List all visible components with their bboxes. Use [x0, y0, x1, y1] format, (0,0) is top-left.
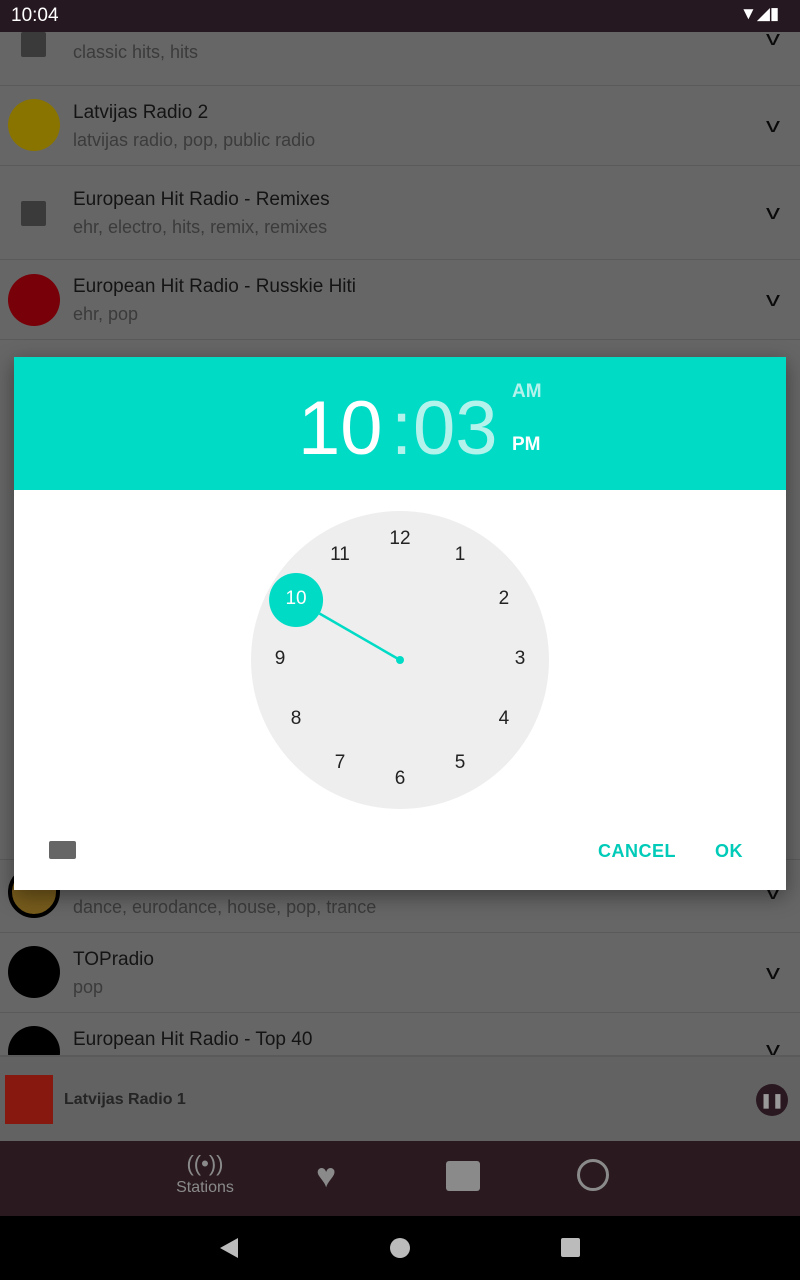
time-picker-dialog: 10 : 03 AM PM 12 1 2 3 4 5 6 7 8 9 10 11 CANCEL OK [14, 357, 786, 890]
bottom-nav: ((•)) Stations ♥ [0, 1141, 800, 1216]
time-separator: : [391, 386, 413, 471]
clock-number-3[interactable]: 3 [500, 648, 540, 672]
tab-alarm-clock-icon[interactable] [577, 1159, 609, 1191]
tab-stations-label: Stations [176, 1179, 234, 1196]
station-tags: pop [73, 977, 104, 997]
tab-video-camera-icon[interactable] [446, 1161, 480, 1191]
image-placeholder-icon [21, 201, 46, 226]
mini-player[interactable]: Latvijas Radio 1 ❚❚ [0, 1056, 800, 1141]
clock-face[interactable]: 12 1 2 3 4 5 6 7 8 9 10 11 [251, 511, 549, 809]
clock-number-8[interactable]: 8 [276, 708, 316, 732]
station-name: Latvijas Radio 2 [73, 102, 209, 123]
station-logo [8, 99, 60, 151]
status-bar: 10:04 ▼◢▮ [0, 0, 800, 32]
image-placeholder-icon [21, 32, 46, 57]
back-icon[interactable] [220, 1238, 238, 1258]
pause-button[interactable]: ❚❚ [756, 1084, 788, 1116]
station-logo [8, 274, 60, 326]
chevron-down-icon[interactable]: v [766, 289, 780, 312]
pm-toggle[interactable]: PM [512, 434, 541, 456]
chevron-down-icon[interactable]: v [766, 962, 780, 985]
station-name: European Hit Radio - Remixes [73, 189, 330, 210]
radio-tower-icon: ((•)) [186, 1151, 224, 1176]
chevron-down-icon[interactable]: v [766, 1039, 780, 1055]
clock-center-dot [396, 656, 404, 664]
tab-stations[interactable]: ((•)) Stations [170, 1151, 240, 1197]
clock-number-9[interactable]: 9 [260, 648, 300, 672]
player-station-name: Latvijas Radio 1 [64, 1091, 186, 1108]
clock-hand-line [318, 612, 401, 662]
station-name: European Hit Radio - Russkie Hiti [73, 276, 357, 297]
signal-battery-icons: ▼◢▮ [740, 4, 780, 23]
clock-number-6[interactable]: 6 [380, 768, 420, 792]
home-icon[interactable] [390, 1238, 410, 1258]
station-row[interactable]: TOPradio pop v [0, 933, 800, 1013]
clock-number-10[interactable]: 10 [276, 588, 316, 612]
station-tags: ehr, electro, hits, remix, remixes [73, 217, 328, 237]
status-time: 10:04 [11, 5, 59, 26]
keyboard-icon[interactable] [49, 841, 76, 859]
station-name: European Hit Radio - Top 40 [73, 1029, 313, 1050]
tab-favorites-heart-icon[interactable]: ♥ [316, 1157, 336, 1196]
station-logo [5, 1075, 53, 1124]
clock-number-7[interactable]: 7 [320, 752, 360, 776]
hour-display[interactable]: 10 [298, 385, 383, 472]
system-nav-bar [0, 1216, 800, 1280]
station-row[interactable]: European Hit Radio - Top 40 v [0, 1013, 800, 1056]
am-toggle[interactable]: AM [512, 381, 542, 403]
time-picker-header: 10 : 03 AM PM [14, 357, 786, 490]
clock-number-1[interactable]: 1 [440, 544, 480, 568]
clock-number-4[interactable]: 4 [484, 708, 524, 732]
station-tags: classic hits, hits [73, 42, 199, 62]
station-tags: dance, eurodance, house, pop, trance [73, 897, 377, 917]
chevron-down-icon[interactable]: v [766, 115, 780, 138]
station-logo [8, 946, 60, 998]
cancel-button[interactable]: CANCEL [598, 841, 676, 862]
station-tags: latvijas radio, pop, public radio [73, 130, 316, 150]
minute-display[interactable]: 03 [413, 385, 498, 472]
station-row[interactable]: classic hits, hits v [0, 28, 800, 86]
clock-number-12[interactable]: 12 [380, 528, 420, 552]
clock-number-2[interactable]: 2 [484, 588, 524, 612]
recents-icon[interactable] [561, 1238, 580, 1257]
station-name: TOPradio [73, 949, 154, 970]
clock-number-11[interactable]: 11 [320, 544, 360, 568]
station-logo [8, 1026, 60, 1055]
chevron-down-icon[interactable]: v [766, 202, 780, 225]
station-tags: ehr, pop [73, 304, 139, 324]
clock-number-5[interactable]: 5 [440, 752, 480, 776]
ok-button[interactable]: OK [715, 841, 743, 862]
chevron-down-icon[interactable]: v [766, 28, 780, 51]
station-row[interactable]: Latvijas Radio 2 latvijas radio, pop, pu… [0, 86, 800, 166]
station-row[interactable]: European Hit Radio - Remixes ehr, electr… [0, 166, 800, 260]
station-row[interactable]: European Hit Radio - Russkie Hiti ehr, p… [0, 260, 800, 340]
